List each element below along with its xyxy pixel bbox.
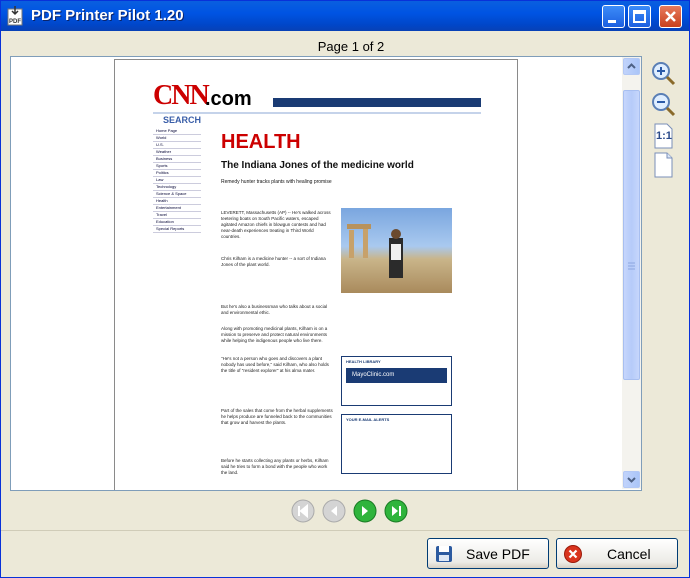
left-nav-item: Sports xyxy=(153,163,201,170)
cnn-logo: CNN xyxy=(153,80,210,111)
cnn-left-nav: Home Page World U.S. Weather Business Sp… xyxy=(153,128,201,233)
window-title: PDF Printer Pilot 1.20 xyxy=(31,7,184,24)
cnn-search-label: SEARCH xyxy=(163,115,202,125)
article-paragraph: Along with promoting medicinal plants, K… xyxy=(221,326,328,343)
close-button[interactable] xyxy=(659,5,682,28)
first-page-icon[interactable] xyxy=(290,498,316,524)
left-nav-item: U.S. xyxy=(153,142,201,149)
app-window: PDF PDF Printer Pilot 1.20 Page 1 of 2 C… xyxy=(0,0,690,578)
left-nav-item: Home Page xyxy=(153,128,201,135)
actual-size-label: 1:1 xyxy=(656,130,672,142)
email-alerts-box: YOUR E-MAIL ALERTS xyxy=(341,414,452,474)
minimize-button[interactable] xyxy=(602,5,625,28)
last-page-icon[interactable] xyxy=(383,498,409,524)
chevron-down-icon xyxy=(627,477,636,483)
maximize-button[interactable] xyxy=(628,5,651,28)
article-paragraph: Part of the sales that come from the her… xyxy=(221,408,333,425)
left-nav-item: Special Reports xyxy=(153,226,201,233)
page-indicator: Page 1 of 2 xyxy=(317,39,385,54)
title-bar[interactable]: PDF PDF Printer Pilot 1.20 xyxy=(1,1,689,31)
article-subheadline: Remedy hunter tracks plants with healing… xyxy=(221,179,332,185)
left-nav-item: Weather xyxy=(153,149,201,156)
svg-text:PDF: PDF xyxy=(9,19,21,25)
save-pdf-button[interactable]: Save PDF xyxy=(427,538,549,569)
email-alerts-title: YOUR E-MAIL ALERTS xyxy=(346,417,390,422)
cancel-label: Cancel xyxy=(607,546,651,562)
scroll-thumb[interactable] xyxy=(623,90,640,380)
cnn-top-nav: MEMBER SERVICES xyxy=(273,98,481,113)
left-nav-item: Education xyxy=(153,219,201,226)
left-nav-item: Technology xyxy=(153,184,201,191)
article-paragraph: But he's also a businessman who talks ab… xyxy=(221,304,328,315)
left-nav-item: Politics xyxy=(153,170,201,177)
cancel-button[interactable]: Cancel xyxy=(556,538,678,569)
grip-icon xyxy=(628,262,635,270)
zoom-out-icon[interactable] xyxy=(649,90,677,118)
mayo-clinic-banner: MayoClinic.com xyxy=(346,368,447,383)
health-library-box: HEALTH LIBRARY MayoClinic.com xyxy=(341,356,452,406)
left-nav-item: Travel xyxy=(153,212,201,219)
cancel-icon xyxy=(564,545,582,563)
footer-divider xyxy=(1,530,689,531)
section-title: HEALTH xyxy=(221,131,301,153)
article-paragraph: Chris Kilham is a medicine hunter -- a s… xyxy=(221,256,326,267)
floppy-disk-icon xyxy=(436,546,452,562)
cnn-search-bar xyxy=(153,112,481,114)
left-nav-item: Entertainment xyxy=(153,205,201,212)
next-page-icon[interactable] xyxy=(352,498,378,524)
cnn-logo-suffix: .com xyxy=(205,88,252,110)
article-paragraph: "He's not a person who goes and discover… xyxy=(221,356,329,373)
article-paragraph: Before he starts collecting any plants o… xyxy=(221,458,329,475)
article-photo xyxy=(341,208,452,293)
left-nav-item: Law xyxy=(153,177,201,184)
scroll-up-button[interactable] xyxy=(623,58,640,75)
scroll-down-button[interactable] xyxy=(623,471,640,488)
left-nav-item: Health xyxy=(153,198,201,205)
left-nav-item: World xyxy=(153,135,201,142)
document-viewer[interactable]: CNN .com MEMBER SERVICES SEARCH Home Pag… xyxy=(10,56,642,491)
article-paragraph: LEVERETT, Massachusetts (AP) -- He's wal… xyxy=(221,210,331,239)
photo-figure xyxy=(347,224,403,278)
health-library-title: HEALTH LIBRARY xyxy=(346,359,381,364)
pdf-printer-icon: PDF xyxy=(7,6,23,26)
fit-page-icon[interactable] xyxy=(649,151,677,179)
chevron-up-icon xyxy=(627,63,636,69)
save-pdf-label: Save PDF xyxy=(466,546,530,562)
previous-page-icon[interactable] xyxy=(321,498,347,524)
left-nav-item: Business xyxy=(153,156,201,163)
vertical-scrollbar[interactable] xyxy=(622,57,641,489)
actual-size-button[interactable]: 1:1 xyxy=(649,122,677,150)
left-nav-item: Science & Space xyxy=(153,191,201,198)
zoom-in-icon[interactable] xyxy=(649,59,677,87)
document-page: CNN .com MEMBER SERVICES SEARCH Home Pag… xyxy=(114,59,518,490)
article-headline: The Indiana Jones of the medicine world xyxy=(221,160,414,171)
